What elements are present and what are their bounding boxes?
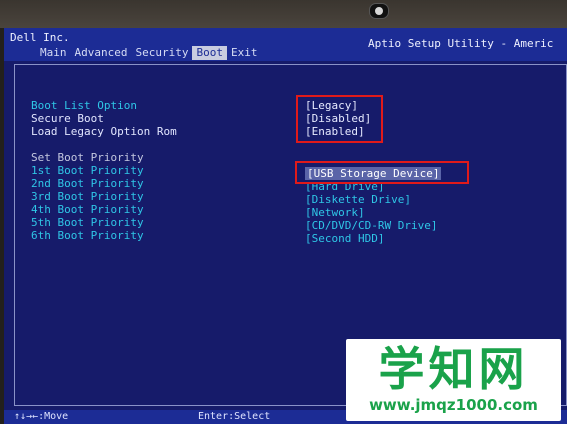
tab-bar: Main Advanced Security Boot Exit bbox=[36, 46, 261, 60]
webcam-icon bbox=[369, 3, 389, 19]
setting-label-load-legacy-option-rom: Load Legacy Option Rom bbox=[31, 125, 177, 138]
tab-advanced[interactable]: Advanced bbox=[71, 46, 132, 60]
tab-boot[interactable]: Boot bbox=[192, 46, 227, 60]
highlight-box-settings bbox=[296, 95, 383, 143]
footer-move-hint: ↑↓→←:Move bbox=[14, 411, 69, 422]
watermark-url: www.jmqz1000.com bbox=[369, 396, 538, 414]
priority-label-4th[interactable]: 4th Boot Priority bbox=[31, 203, 144, 216]
priority-value-6th[interactable]: [Second HDD] bbox=[305, 232, 384, 245]
tab-main[interactable]: Main bbox=[36, 46, 71, 60]
vendor-name: Dell Inc. bbox=[10, 31, 70, 44]
priority-label-6th[interactable]: 6th Boot Priority bbox=[31, 229, 144, 242]
tab-security[interactable]: Security bbox=[131, 46, 192, 60]
setting-label-secure-boot: Secure Boot bbox=[31, 112, 104, 125]
priority-label-2nd[interactable]: 2nd Boot Priority bbox=[31, 177, 144, 190]
highlight-box-first-priority bbox=[295, 161, 469, 184]
priority-label-5th[interactable]: 5th Boot Priority bbox=[31, 216, 144, 229]
tab-exit[interactable]: Exit bbox=[227, 46, 262, 60]
footer-select-hint: Enter:Select bbox=[198, 411, 271, 422]
priority-value-4th[interactable]: [Network] bbox=[305, 206, 365, 219]
watermark-logo: 学知网 www.jmqz1000.com bbox=[346, 339, 561, 421]
utility-title: Aptio Setup Utility - Americ bbox=[368, 37, 554, 50]
priority-heading: Set Boot Priority bbox=[31, 151, 144, 164]
laptop-bezel bbox=[0, 0, 567, 28]
watermark-title: 学知网 bbox=[378, 342, 529, 396]
bios-header: Dell Inc. Aptio Setup Utility - Americ M… bbox=[4, 28, 567, 61]
setting-label-boot-list-option[interactable]: Boot List Option bbox=[31, 99, 137, 112]
priority-label-3rd[interactable]: 3rd Boot Priority bbox=[31, 190, 144, 203]
priority-label-1st[interactable]: 1st Boot Priority bbox=[31, 164, 144, 177]
priority-value-5th[interactable]: [CD/DVD/CD-RW Drive] bbox=[305, 219, 437, 232]
priority-value-3rd[interactable]: [Diskette Drive] bbox=[305, 193, 411, 206]
